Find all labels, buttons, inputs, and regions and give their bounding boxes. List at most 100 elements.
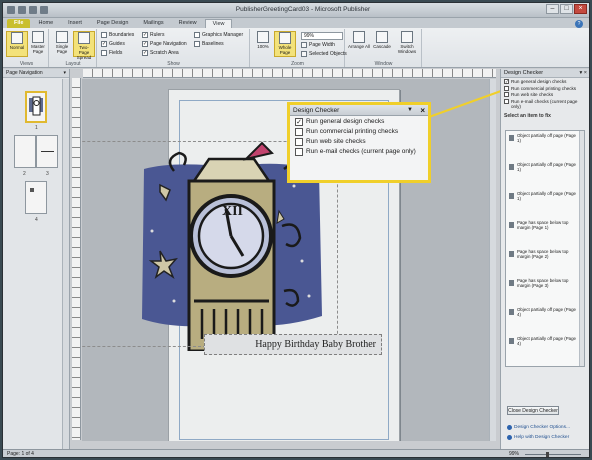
issues-list-scrollbar[interactable]	[579, 131, 584, 366]
boundaries-checkbox[interactable]: Boundaries	[101, 32, 134, 38]
web-site-option[interactable]: Run web site checks	[290, 136, 428, 146]
single-page-button[interactable]: Single Page	[51, 31, 73, 57]
tab-view[interactable]: View	[204, 19, 233, 28]
close-icon[interactable]: ▾ ×	[579, 69, 587, 78]
checkbox[interactable]	[295, 138, 303, 146]
undo-icon[interactable]	[29, 6, 37, 14]
views-group: Normal Master Page Views	[5, 29, 49, 67]
title-bar: PublisherGreetingCard03 - Microsoft Publ…	[3, 3, 589, 18]
checkbox[interactable]	[295, 128, 303, 136]
list-item[interactable]: Page has space below top margin (Page 1)	[506, 218, 584, 247]
select-item-label: Select an item to fix	[504, 112, 551, 119]
page-thumbnail-3[interactable]	[36, 135, 58, 168]
email-option[interactable]: Run e-mail checks (current page only)	[290, 146, 428, 156]
close-button[interactable]: ×	[574, 4, 587, 14]
page-navigation-checkbox[interactable]: ✓ Page Navigation	[142, 41, 187, 47]
switch-windows-button[interactable]: Switch Windows	[394, 31, 420, 57]
design-checker-callout: Design Checker ▼ × ✓ Run general design c…	[287, 102, 431, 183]
tab-insert[interactable]: Insert	[61, 19, 89, 28]
ribbon: Normal Master Page Views Single Page Two…	[3, 28, 589, 68]
close-icon[interactable]: ▾	[63, 69, 66, 78]
tab-page-design[interactable]: Page Design	[90, 19, 136, 28]
tab-home[interactable]: Home	[31, 19, 60, 28]
page-width-button[interactable]: Page Width	[301, 42, 335, 48]
guides-checkbox[interactable]: ✓ Guides	[101, 41, 125, 47]
baselines-checkbox[interactable]: Baselines	[194, 41, 224, 47]
design-checker-help-link[interactable]: Help with Design Checker	[507, 435, 569, 440]
close-design-checker-button[interactable]: Close Design Checker	[507, 406, 559, 415]
vertical-ruler[interactable]	[72, 78, 81, 440]
list-item[interactable]: Page has space below top margin (Page 2)	[506, 247, 584, 276]
zoom-select[interactable]: 99%	[301, 32, 343, 40]
whole-page-button[interactable]: Whole Page	[274, 31, 296, 57]
arrange-all-icon	[353, 31, 365, 43]
general-checks-option[interactable]: ✓ Run general design checks	[290, 116, 428, 126]
zoom-slider-handle[interactable]	[546, 452, 549, 457]
app-icon[interactable]	[7, 6, 15, 14]
selected-objects-button[interactable]: Selected Objects	[301, 51, 347, 57]
page-number: 3	[46, 171, 49, 177]
zoom-level[interactable]: 99%	[509, 450, 519, 457]
two-page-spread-button[interactable]: Two-Page Spread	[73, 31, 95, 60]
page-issue-icon	[509, 135, 514, 141]
page-issue-icon	[509, 251, 514, 257]
graphics-manager-checkbox[interactable]: Graphics Manager	[194, 32, 243, 38]
email-option[interactable]: Run e-mail checks (current page only)	[501, 98, 589, 110]
maximize-button[interactable]: □	[560, 4, 573, 14]
commercial-printing-option[interactable]: Run commercial printing checks	[290, 126, 428, 136]
page-thumbnail-4[interactable]	[25, 181, 47, 214]
scratch-area-checkbox[interactable]: ✓ Scratch Area	[142, 50, 179, 56]
workspace-vertical-scrollbar[interactable]	[489, 79, 496, 441]
master-page-button[interactable]: Master Page	[27, 31, 49, 57]
tab-file[interactable]: File	[7, 19, 31, 28]
ribbon-tabs: File Home Insert Page Design Mailings Re…	[3, 18, 589, 28]
normal-view-button[interactable]: Normal	[6, 31, 28, 57]
issues-list: Object partially off page (Page 1) Objec…	[505, 130, 585, 367]
minimize-button[interactable]: –	[546, 4, 559, 14]
design-checker-options-link[interactable]: Design Checker Options...	[507, 425, 570, 430]
tab-mailings[interactable]: Mailings	[136, 19, 170, 28]
whole-page-icon	[279, 32, 291, 44]
help-icon[interactable]: ?	[575, 20, 583, 28]
close-icon[interactable]: ×	[420, 105, 425, 116]
list-item[interactable]: Object partially off page (Page 4)	[506, 334, 584, 363]
page-issue-icon	[509, 338, 514, 344]
caption-text-box[interactable]: Happy Birthday Baby Brother	[204, 334, 382, 355]
page-number: 1	[35, 125, 38, 131]
page-thumbnail-2[interactable]	[14, 135, 36, 168]
zoom-100-button[interactable]: 100%	[252, 31, 274, 57]
page-number: 2	[23, 171, 26, 177]
page-navigation-scrollbar[interactable]	[62, 79, 69, 449]
list-item[interactable]: Object partially off page (Page 1)	[506, 160, 584, 189]
save-icon[interactable]	[18, 6, 26, 14]
tab-review[interactable]: Review	[172, 19, 204, 28]
zoom-slider[interactable]	[525, 454, 581, 455]
page-indicator[interactable]: Page: 1 of 4	[7, 451, 34, 457]
dropdown-icon[interactable]: ▼	[407, 105, 413, 116]
single-page-icon	[56, 31, 68, 43]
arrange-all-button[interactable]: Arrange All	[347, 31, 371, 57]
list-item[interactable]: Object partially off page (Page 1)	[506, 189, 584, 218]
cascade-button[interactable]: Cascade	[371, 31, 393, 57]
checkbox-checked[interactable]: ✓	[295, 118, 303, 126]
design-checker-pane: Design Checker ▾ × ✓ Run general design ch…	[500, 69, 589, 449]
normal-view-icon	[11, 32, 23, 44]
page-issue-icon	[509, 309, 514, 315]
redo-icon[interactable]	[40, 6, 48, 14]
list-item[interactable]: Page has space below top margin (Page 3)	[506, 276, 584, 305]
two-page-spread-icon	[78, 32, 90, 44]
fields-checkbox[interactable]: Fields	[101, 50, 122, 56]
layout-group: Single Page Two-Page Spread Layout	[50, 29, 97, 67]
rulers-checkbox[interactable]: ✓ Rulers	[142, 32, 164, 38]
master-page-icon	[32, 31, 44, 43]
switch-windows-icon	[401, 31, 413, 43]
horizontal-ruler[interactable]	[83, 69, 496, 78]
page-issue-icon	[509, 193, 514, 199]
page-navigation-header: Page Navigation ▾	[3, 69, 69, 78]
list-item[interactable]: Object partially off page (Page 4)	[506, 305, 584, 334]
clock-thumbnail-icon	[29, 96, 43, 116]
list-item[interactable]: Object partially off page (Page 1)	[506, 131, 584, 160]
page-width-icon	[301, 42, 307, 48]
page-thumbnail-1[interactable]	[25, 91, 47, 123]
checkbox[interactable]	[295, 148, 303, 156]
